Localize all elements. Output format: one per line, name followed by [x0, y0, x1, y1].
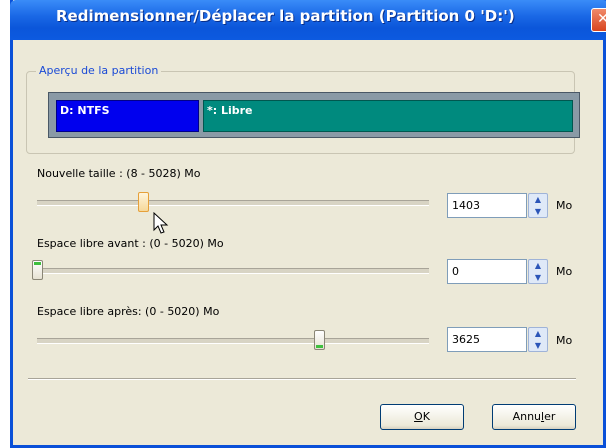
cancel-label-pre: Annu: [512, 410, 542, 423]
free-before-unit: Mo: [556, 265, 573, 278]
divider: [28, 378, 576, 380]
partition-segment-free[interactable]: *: Libre: [203, 100, 573, 132]
ok-button[interactable]: OK: [380, 404, 464, 430]
close-icon[interactable]: ✕: [591, 8, 606, 32]
free-after-slider-thumb[interactable]: [314, 330, 326, 350]
new-size-spinner[interactable]: ▲ ▼: [528, 193, 548, 218]
new-size-input[interactable]: 1403: [447, 193, 527, 218]
free-after-unit: Mo: [556, 334, 573, 347]
spin-up-icon[interactable]: ▲: [529, 328, 547, 339]
new-size-unit: Mo: [556, 199, 573, 212]
free-after-input[interactable]: 3625: [447, 327, 527, 352]
ok-label-rest: K: [422, 410, 430, 423]
free-after-label: Espace libre après: (0 - 5020) Mo: [37, 305, 220, 318]
partition-segment-ntfs[interactable]: D: NTFS: [56, 100, 199, 132]
group-legend: Aperçu de la partition: [36, 64, 162, 77]
window-title: Redimensionner/Déplacer la partition (Pa…: [56, 7, 515, 25]
free-before-input[interactable]: 0: [447, 259, 527, 284]
title-bar[interactable]: Redimensionner/Déplacer la partition (Pa…: [10, 0, 606, 40]
spin-down-icon[interactable]: ▼: [529, 272, 547, 283]
new-size-slider-thumb[interactable]: [137, 192, 149, 212]
mouse-cursor-icon: [153, 212, 169, 234]
partition-preview: D: NTFS *: Libre: [48, 92, 580, 138]
spin-down-icon[interactable]: ▼: [529, 340, 547, 351]
ok-accelerator: O: [414, 410, 423, 423]
free-after-slider[interactable]: [37, 330, 429, 350]
cancel-label-rest: er: [544, 410, 556, 423]
cancel-button[interactable]: Annuler: [492, 404, 576, 430]
free-before-slider-thumb[interactable]: [32, 260, 43, 280]
free-after-spinner[interactable]: ▲ ▼: [528, 327, 548, 352]
spin-down-icon[interactable]: ▼: [529, 206, 547, 217]
free-before-spinner[interactable]: ▲ ▼: [528, 259, 548, 284]
new-size-slider[interactable]: [37, 192, 429, 212]
free-before-label: Espace libre avant : (0 - 5020) Mo: [37, 237, 224, 250]
free-before-slider[interactable]: [32, 260, 429, 280]
spin-up-icon[interactable]: ▲: [529, 260, 547, 271]
spin-up-icon[interactable]: ▲: [529, 194, 547, 205]
new-size-label: Nouvelle taille : (8 - 5028) Mo: [37, 167, 201, 180]
